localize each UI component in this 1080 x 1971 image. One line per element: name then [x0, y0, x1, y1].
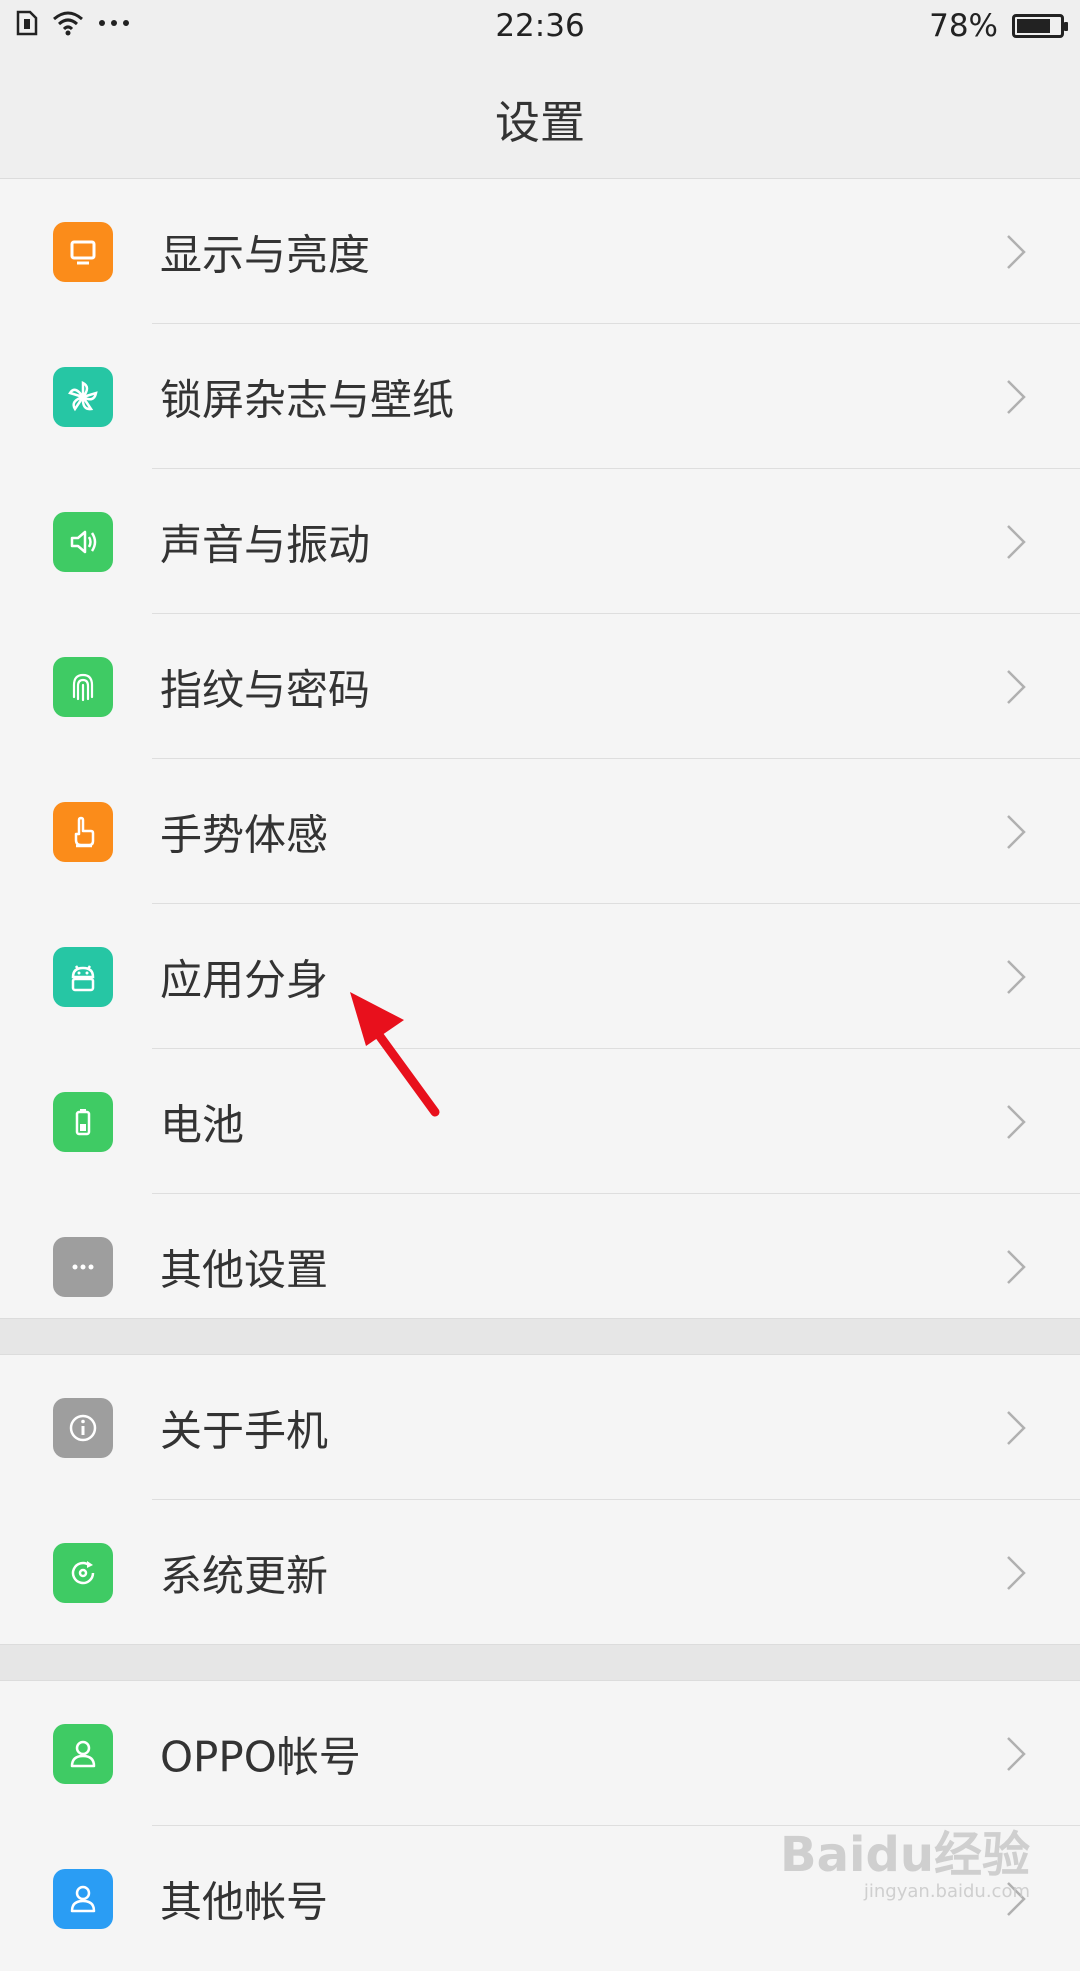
update-icon: [53, 1542, 113, 1603]
status-bar: 22:36 78%: [0, 0, 1080, 58]
chevron-right-icon: [1004, 812, 1028, 852]
chevron-right-icon: [1004, 667, 1028, 707]
watermark: Baidu经验 jingyan.baidu.com: [780, 1815, 1030, 1902]
title-bar: 设置: [0, 58, 1080, 179]
settings-item-label: 其他设置: [160, 1245, 329, 1294]
settings-item-1-1[interactable]: 系统更新: [0, 1500, 1080, 1645]
pinwheel-icon: [53, 366, 113, 427]
fingerprint-icon: [53, 656, 113, 717]
user-icon: [53, 1723, 113, 1784]
settings-item-label: 关于手机: [160, 1406, 329, 1455]
settings-item-0-2[interactable]: 声音与振动: [0, 469, 1080, 614]
info-icon: [53, 1397, 113, 1458]
settings-item-label: 应用分身: [160, 955, 329, 1004]
annotation-arrow: [350, 992, 440, 1117]
settings-section-system: 关于手机 系统更新: [0, 1355, 1080, 1645]
settings-item-0-0[interactable]: 显示与亮度: [0, 179, 1080, 324]
settings-item-0-6[interactable]: 电池: [0, 1049, 1080, 1194]
more-icon: [53, 1236, 113, 1297]
page-title: 设置: [494, 96, 585, 149]
battery-percent: 78%: [929, 8, 998, 44]
speaker-icon: [53, 511, 113, 572]
status-time: 22:36: [495, 8, 585, 44]
section-divider: [0, 1644, 1080, 1681]
status-icons-right: 78%: [929, 8, 1068, 44]
chevron-right-icon: [1004, 1734, 1028, 1774]
monitor-icon: [53, 221, 113, 282]
chevron-right-icon: [1004, 1247, 1028, 1287]
settings-item-0-3[interactable]: 指纹与密码: [0, 614, 1080, 759]
settings-item-label: OPPO帐号: [160, 1732, 361, 1781]
settings-item-2-0[interactable]: OPPO帐号: [0, 1681, 1080, 1826]
chevron-right-icon: [1004, 377, 1028, 417]
chevron-right-icon: [1004, 1102, 1028, 1142]
settings-item-label: 显示与亮度: [160, 230, 371, 279]
settings-item-label: 指纹与密码: [160, 665, 371, 714]
android-icon: [53, 946, 113, 1007]
battery-icon: [53, 1091, 113, 1152]
settings-item-label: 手势体感: [160, 810, 329, 859]
settings-item-0-1[interactable]: 锁屏杂志与壁纸: [0, 324, 1080, 469]
chevron-right-icon: [1004, 957, 1028, 997]
settings-item-label: 声音与振动: [160, 520, 371, 569]
settings-item-0-5[interactable]: 应用分身: [0, 904, 1080, 1049]
settings-section-display: 显示与亮度锁屏杂志与壁纸 声音与振动指纹与密码手势体感应用分身电池其他设置: [0, 179, 1080, 1339]
battery-status-icon: [1012, 14, 1068, 38]
chevron-right-icon: [1004, 1408, 1028, 1448]
chevron-right-icon: [1004, 1553, 1028, 1593]
chevron-right-icon: [1004, 232, 1028, 272]
settings-item-1-0[interactable]: 关于手机: [0, 1355, 1080, 1500]
watermark-subtext: jingyan.baidu.com: [863, 1881, 1030, 1902]
settings-item-0-4[interactable]: 手势体感: [0, 759, 1080, 904]
settings-item-label: 电池: [160, 1100, 245, 1149]
watermark-text: Baidu经验: [780, 1827, 1030, 1883]
battery-fill: [1017, 19, 1050, 33]
settings-item-label: 系统更新: [160, 1551, 329, 1600]
settings-item-label: 锁屏杂志与壁纸: [160, 375, 455, 424]
chevron-right-icon: [1004, 522, 1028, 562]
hand-icon: [53, 801, 113, 862]
section-divider: [0, 1318, 1080, 1355]
